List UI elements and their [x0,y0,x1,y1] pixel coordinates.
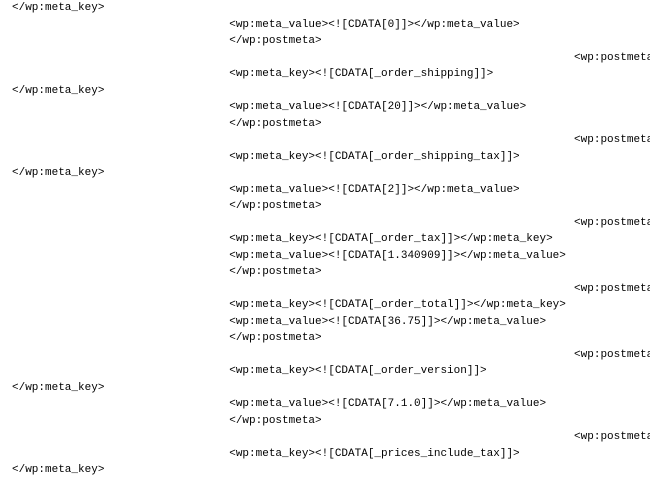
code-line: </wp:postmeta> [0,264,650,281]
code-line: <wp:meta_key><![CDATA[_order_total]]></w… [0,297,650,314]
code-line: <wp:meta_key><![CDATA[_order_tax]]></wp:… [0,231,650,248]
code-line: <wp:meta_value><![CDATA[1.340909]]></wp:… [0,248,650,265]
code-line: <wp:meta_value><![CDATA[2]]></wp:meta_va… [0,182,650,199]
code-line: <wp:postmeta> [0,281,650,298]
code-line: </wp:meta_key> [0,0,650,17]
code-line: <wp:postmeta> [0,215,650,232]
code-line: </wp:meta_key> [0,380,650,397]
code-line: <wp:postmeta> [0,347,650,364]
xml-code-block: </wp:meta_key> <wp:meta_value><![CDATA[0… [0,0,650,479]
code-line: </wp:postmeta> [0,413,650,430]
code-line: <wp:meta_value><![CDATA[7.1.0]]></wp:met… [0,396,650,413]
code-line: <wp:meta_key><![CDATA[_order_shipping_ta… [0,149,650,166]
code-line: <wp:postmeta> [0,429,650,446]
code-line: <wp:meta_value><![CDATA[0]]></wp:meta_va… [0,17,650,34]
code-line: <wp:postmeta> [0,50,650,67]
code-line: </wp:meta_key> [0,83,650,100]
code-line: <wp:meta_key><![CDATA[_order_version]]> [0,363,650,380]
code-line: </wp:meta_key> [0,165,650,182]
code-line: <wp:meta_value><![CDATA[20]]></wp:meta_v… [0,99,650,116]
code-line: <wp:meta_key><![CDATA[_prices_include_ta… [0,446,650,463]
code-line: <wp:meta_key><![CDATA[_order_shipping]]> [0,66,650,83]
code-line: </wp:postmeta> [0,330,650,347]
code-line: </wp:meta_key> [0,462,650,479]
code-line: </wp:postmeta> [0,33,650,50]
code-line: </wp:postmeta> [0,198,650,215]
code-line: <wp:meta_value><![CDATA[36.75]]></wp:met… [0,314,650,331]
code-line: </wp:postmeta> [0,116,650,133]
code-line: <wp:postmeta> [0,132,650,149]
